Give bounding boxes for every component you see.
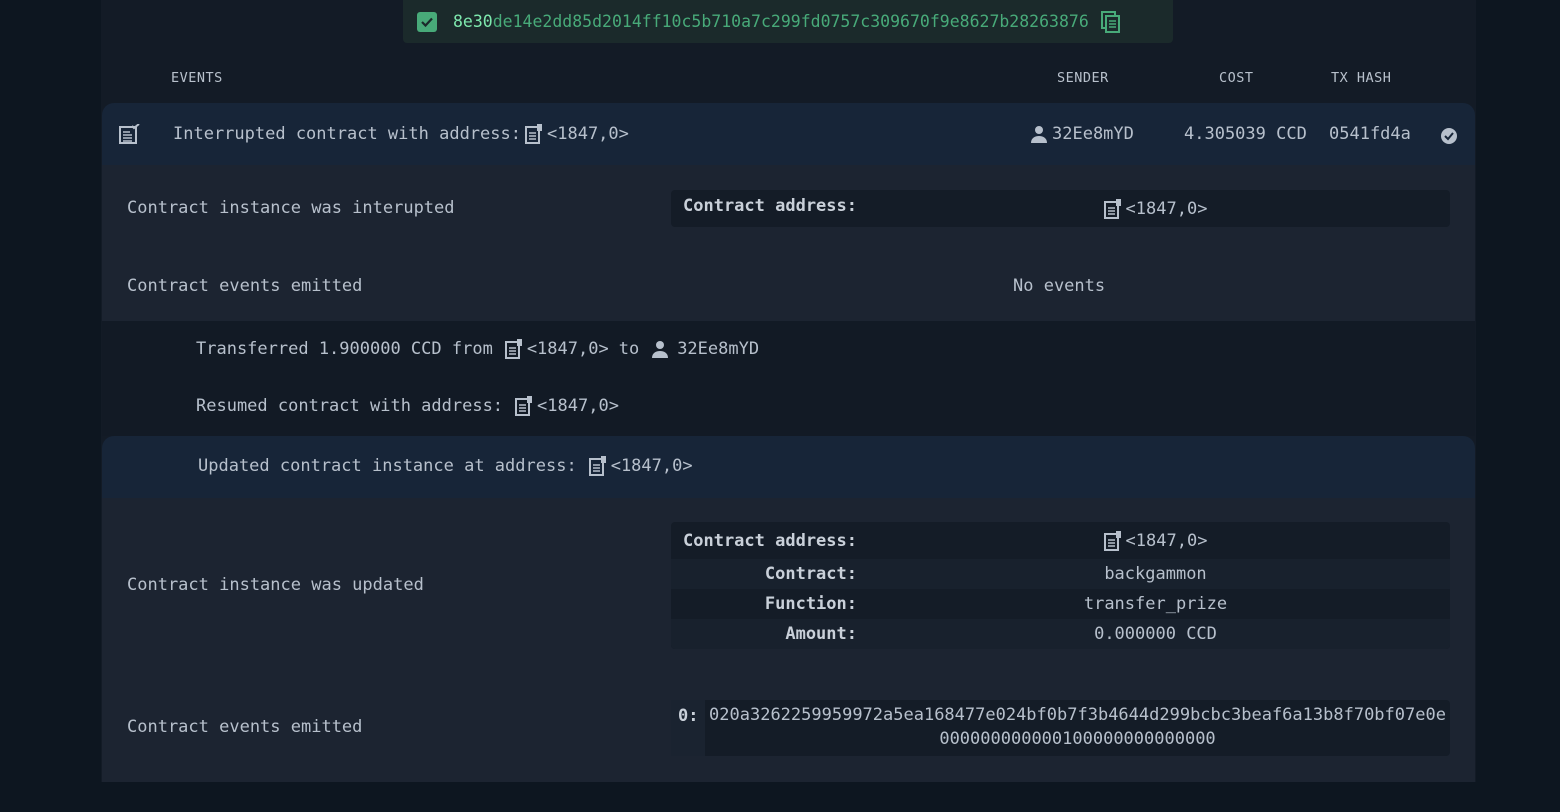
field-value: transfer_prize xyxy=(1083,594,1228,614)
field-key: Contract address: xyxy=(683,530,857,551)
contract-event-entry: 0: 020a3262259959972a5ea168477e024bf0b7f… xyxy=(671,700,1450,756)
column-tx-hash: TX HASH xyxy=(1331,70,1392,86)
interrupt-address-table: Contract address: <1847,0> xyxy=(671,190,1450,227)
interrupt-events-label: Contract events emitted xyxy=(127,276,363,296)
user-icon xyxy=(1030,125,1048,143)
no-events-text: No events xyxy=(1013,276,1106,296)
resume-text: Resumed contract with address: xyxy=(196,396,504,416)
field-value-address: <1847,0> xyxy=(861,530,1450,551)
contract-icon xyxy=(1103,530,1122,551)
column-sender: SENDER xyxy=(1057,70,1109,86)
tx-hash-bar: 8e30 de14e2dd85d2014ff10c5b710a7c299fd07… xyxy=(403,0,1173,43)
transfer-to-word: to xyxy=(618,339,640,359)
update-label: Contract instance was updated xyxy=(127,575,424,595)
tx-hash-prefix: 8e30 xyxy=(453,12,493,31)
field-key: Amount: xyxy=(785,624,857,644)
interrupt-address-key: Contract address: xyxy=(683,195,857,216)
contract-icon xyxy=(588,456,607,476)
tx-hash-rest: de14e2dd85d2014ff10c5b710a7c299fd0757c30… xyxy=(492,12,1089,31)
update-head-text: Updated contract instance at address: xyxy=(198,456,577,476)
transfer-to[interactable]: 32Ee8mYD xyxy=(677,339,759,359)
resume-event: Resumed contract with address: <1847,0> xyxy=(196,396,619,416)
column-events: EVENTS xyxy=(171,70,223,86)
contract-icon xyxy=(1103,198,1122,219)
transfer-event: Transferred 1.900000 CCD from <1847,0> t… xyxy=(196,339,759,359)
event-hex: 020a3262259959972a5ea168477e024bf0b7f3b4… xyxy=(709,705,1446,749)
transfer-prefix: Transferred 1.900000 CCD from xyxy=(196,339,493,359)
sender-value[interactable]: 32Ee8mYD xyxy=(1052,124,1134,144)
interrupt-address-value[interactable]: <1847,0> xyxy=(1126,199,1208,219)
contract-icon xyxy=(525,124,543,144)
resume-address[interactable]: <1847,0> xyxy=(537,396,619,416)
hash-value[interactable]: 0541fd4a xyxy=(1329,124,1411,144)
field-value[interactable]: <1847,0> xyxy=(1126,531,1208,551)
cost-value: 4.305039 CCD xyxy=(1184,124,1307,144)
sender-cell[interactable]: 32Ee8mYD xyxy=(1026,124,1134,144)
user-icon xyxy=(651,340,669,358)
events-list-icon xyxy=(119,124,141,144)
update-fields-table: Contract address: <1847,0> Contract: bac… xyxy=(671,522,1450,649)
update-head-address[interactable]: <1847,0> xyxy=(611,456,693,476)
contract-icon xyxy=(515,396,533,416)
event-description: Interrupted contract with address: <1847… xyxy=(173,124,629,144)
interrupt-label: Contract instance was interupted xyxy=(127,198,455,218)
field-value: 0.000000 CCD xyxy=(1094,624,1217,644)
field-key: Contract: xyxy=(764,564,857,584)
copy-icon[interactable] xyxy=(1100,10,1121,33)
contract-icon xyxy=(504,339,523,359)
check-icon xyxy=(417,11,437,32)
success-check-icon xyxy=(1441,128,1457,144)
field-value: backgammon xyxy=(1104,564,1207,584)
interrupt-address-cell: <1847,0> xyxy=(861,198,1450,219)
update-event: Updated contract instance at address: <1… xyxy=(198,456,693,476)
interrupt-details xyxy=(102,165,1475,321)
transfer-from[interactable]: <1847,0> xyxy=(527,339,609,359)
event-index: 0: xyxy=(671,700,705,756)
event-address[interactable]: <1847,0> xyxy=(547,124,629,144)
event-text: Interrupted contract with address: xyxy=(173,124,521,144)
field-key: Function: xyxy=(764,594,857,614)
column-cost: COST xyxy=(1219,70,1254,86)
update-events-label: Contract events emitted xyxy=(127,717,363,737)
